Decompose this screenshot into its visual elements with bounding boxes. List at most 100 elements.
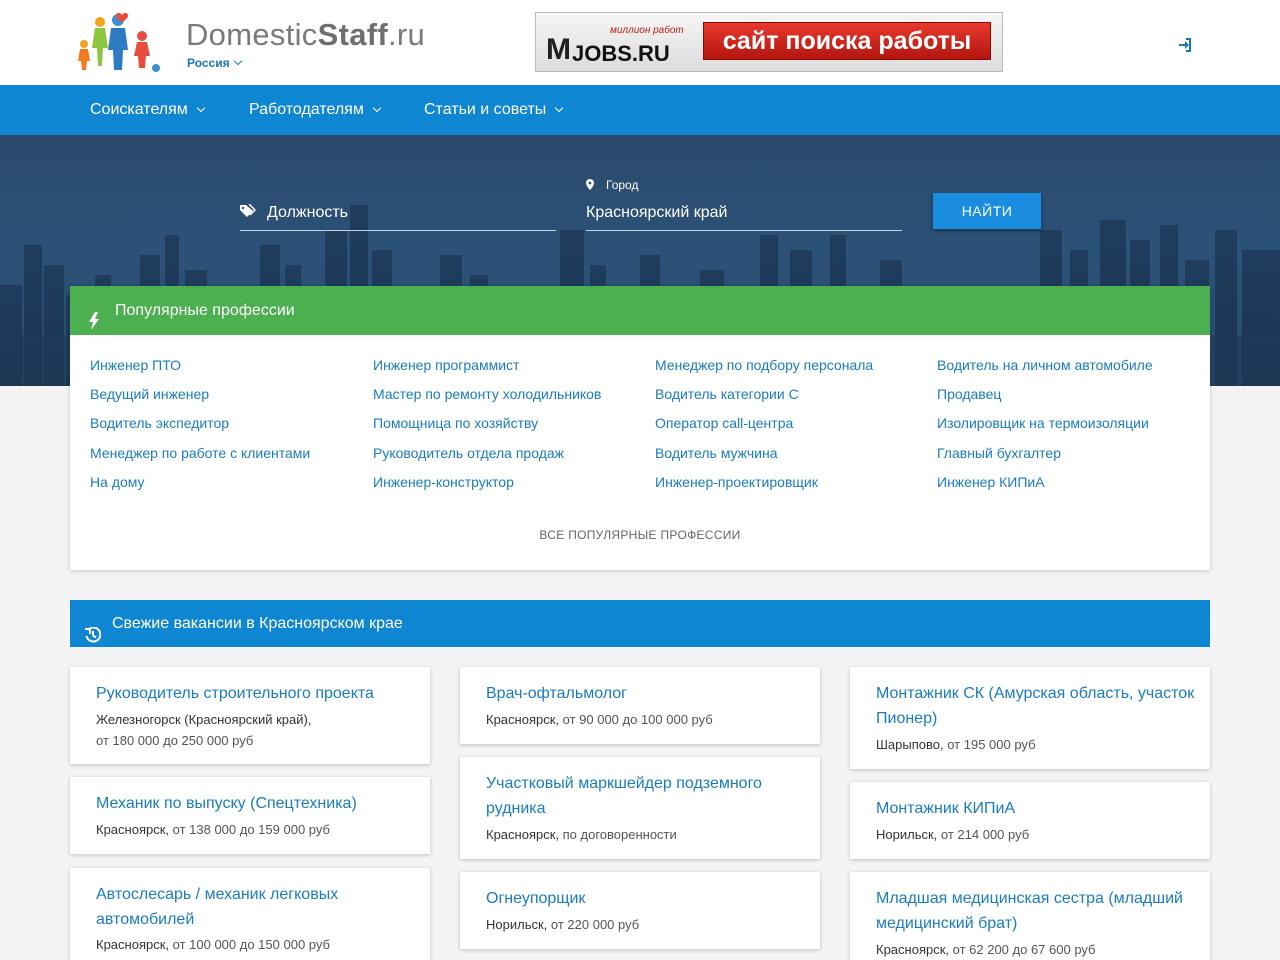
profession-link[interactable]: Оператор call-центра <box>655 415 793 431</box>
vacancy-meta: Красноярск, от 62 200 до 67 600 руб <box>876 939 1196 960</box>
vacancy-salary: от 180 000 до 250 000 руб <box>96 733 254 748</box>
vacancy-title[interactable]: Механик по выпуску (Спецтехника) <box>96 791 416 816</box>
vacancy-card[interactable]: Руководитель строительного проекта Желез… <box>70 667 430 764</box>
vacancy-salary: от 138 000 до 159 000 руб <box>172 822 330 837</box>
mjobs-m: M <box>546 33 571 66</box>
ad-banner[interactable]: M миллион работ JOBS.RU сайт поиска рабо… <box>535 12 1003 72</box>
vacancy-card[interactable]: Младшая медицинская сестра (младший меди… <box>850 872 1210 960</box>
profession-link[interactable]: Менеджер по работе с клиентами <box>90 445 310 461</box>
vacancy-salary: от 195 000 руб <box>947 737 1036 752</box>
profession-link[interactable]: Водитель категории С <box>655 386 799 402</box>
vacancy-card[interactable]: Участковый маркшейдер подземного рудника… <box>460 757 820 859</box>
vacancy-salary: от 62 200 до 67 600 руб <box>952 942 1096 957</box>
banner-logo-text: JOBS.RU <box>572 41 670 66</box>
profession-link[interactable]: Менеджер по подбору персонала <box>655 357 873 373</box>
history-icon <box>85 615 102 643</box>
vacancy-city: Норильск, <box>486 917 548 932</box>
popular-professions-card: Популярные профессии Инженер ПТО Ведущий… <box>70 286 1210 570</box>
profession-link[interactable]: Инженер-конструктор <box>373 474 514 490</box>
vacancy-city: Красноярск, <box>486 712 560 727</box>
position-input-value: Должность <box>267 204 348 221</box>
city-label: Город <box>606 178 639 192</box>
city-field[interactable]: Красноярский край <box>586 193 902 231</box>
vacancy-meta: Красноярск, от 90 000 до 100 000 руб <box>486 709 806 730</box>
vacancy-salary: от 214 000 руб <box>940 827 1030 842</box>
profession-link[interactable]: Мастер по ремонту холодильников <box>373 386 601 402</box>
profession-link[interactable]: Инженер КИПиА <box>937 474 1045 490</box>
banner-tagline: миллион работ <box>610 25 684 36</box>
all-professions-link[interactable]: ВСЕ ПОПУЛЯРНЫЕ ПРОФЕССИИ <box>70 528 1210 542</box>
profession-link[interactable]: Главный бухгалтер <box>937 445 1061 461</box>
profession-link[interactable]: Помощница по хозяйству <box>373 415 538 431</box>
vacancy-card[interactable]: Механик по выпуску (Спецтехника) Красноя… <box>70 777 430 854</box>
profession-link[interactable]: Продавец <box>937 386 1001 402</box>
vacancy-card[interactable]: Монтажник СК (Амурская область, участок … <box>850 667 1210 769</box>
vacancy-title[interactable]: Младшая медицинская сестра (младший меди… <box>876 886 1196 936</box>
vacancy-city: Красноярск, <box>876 942 950 957</box>
nav-articles[interactable]: Статьи и советы <box>424 85 564 135</box>
brand-name[interactable]: DomesticStaff.ru <box>186 17 425 53</box>
chevron-down-icon <box>555 103 564 113</box>
tag-icon <box>240 204 256 218</box>
profession-link[interactable]: Инженер программист <box>373 357 519 373</box>
vacancy-title[interactable]: Огнеупорщик <box>486 886 806 911</box>
position-field[interactable]: Должность <box>240 193 556 231</box>
nav-label: Работодателям <box>249 101 364 118</box>
vacancy-title[interactable]: Монтажник СК (Амурская область, участок … <box>876 681 1196 731</box>
vacancy-meta: Красноярск, по договоренности <box>486 824 806 845</box>
profession-link[interactable]: Водитель мужчина <box>655 445 778 461</box>
bolt-icon <box>88 301 100 330</box>
vacancy-city: Шарыпово, <box>876 737 944 752</box>
region-label: Россия <box>187 56 230 70</box>
vacancy-card[interactable]: Автослесарь / механик легковых автомобил… <box>70 868 430 960</box>
site-logo[interactable] <box>72 12 164 76</box>
vacancy-city: Железногорск (Красноярский край), <box>96 712 312 727</box>
fresh-vacancies-header: Свежие вакансии в Красноярском крае <box>70 600 1210 647</box>
vacancy-title[interactable]: Автослесарь / механик легковых автомобил… <box>96 882 416 932</box>
fresh-vacancies-title: Свежие вакансии в Красноярском крае <box>112 615 403 632</box>
profession-link[interactable]: Водитель на личном автомобиле <box>937 357 1153 373</box>
vacancy-salary: от 100 000 до 150 000 руб <box>172 937 330 952</box>
vacancy-city: Норильск, <box>876 827 938 842</box>
vacancy-card[interactable]: Огнеупорщик Норильск, от 220 000 руб <box>460 872 820 949</box>
profession-link[interactable]: Руководитель отдела продаж <box>373 445 564 461</box>
vacancy-title[interactable]: Руководитель строительного проекта <box>96 681 416 706</box>
region-selector[interactable]: Россия <box>187 56 242 70</box>
vacancy-city: Красноярск, <box>486 827 560 842</box>
profession-link[interactable]: Водитель экспедитор <box>90 415 229 431</box>
city-input-value: Красноярский край <box>586 204 728 221</box>
nav-job-seekers[interactable]: Соискателям <box>90 85 206 135</box>
vacancy-title[interactable]: Монтажник КИПиА <box>876 796 1196 821</box>
nav-employers[interactable]: Работодателям <box>249 85 382 135</box>
nav-label: Соискателям <box>90 101 188 118</box>
popular-professions-title: Популярные профессии <box>115 302 295 319</box>
vacancy-meta: Норильск, от 220 000 руб <box>486 914 806 935</box>
profession-link[interactable]: На дому <box>90 474 145 490</box>
vacancy-meta: Красноярск, от 100 000 до 150 000 руб <box>96 934 416 955</box>
banner-cta: сайт поиска работы <box>703 22 991 60</box>
vacancy-card[interactable]: Врач-офтальмолог Красноярск, от 90 000 д… <box>460 667 820 744</box>
vacancy-card[interactable]: Монтажник КИПиА Норильск, от 214 000 руб <box>850 782 1210 859</box>
chevron-down-icon <box>196 103 206 113</box>
brand-light: Domestic <box>186 17 318 52</box>
vacancy-salary: от 220 000 руб <box>550 917 640 932</box>
map-pin-icon <box>586 179 594 190</box>
brand-bold: Staff <box>317 17 388 52</box>
vacancy-title[interactable]: Врач-офтальмолог <box>486 681 806 706</box>
profession-link[interactable]: Инженер ПТО <box>90 357 181 373</box>
chevron-down-icon <box>372 103 382 113</box>
popular-professions-header: Популярные профессии <box>70 286 1210 335</box>
vacancy-meta: Красноярск, от 138 000 до 159 000 руб <box>96 819 416 840</box>
nav-label: Статьи и советы <box>424 101 547 118</box>
vacancy-meta: Железногорск (Красноярский край), от 180… <box>96 709 416 751</box>
vacancy-title[interactable]: Участковый маркшейдер подземного рудника <box>486 771 806 821</box>
sign-in-icon[interactable] <box>1178 38 1192 52</box>
vacancy-salary: по договоренности <box>562 827 677 842</box>
profession-link[interactable]: Изолировщик на термоизоляции <box>937 415 1149 431</box>
profession-link[interactable]: Ведущий инженер <box>90 386 209 402</box>
search-button[interactable]: НАЙТИ <box>933 193 1041 229</box>
chevron-down-icon <box>233 56 242 66</box>
profession-link[interactable]: Инженер-проектировщик <box>655 474 818 490</box>
brand-tld: .ru <box>387 17 426 52</box>
vacancy-salary: от 90 000 до 100 000 руб <box>562 712 713 727</box>
